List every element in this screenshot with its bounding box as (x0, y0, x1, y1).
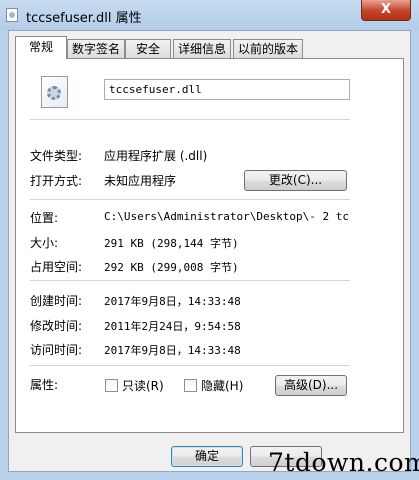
file-type-value: 应用程序扩展 (.dll) (104, 149, 208, 163)
tab-strip: 常规 数字签名 安全 详细信息 以前的版本 (9, 31, 410, 61)
divider (30, 280, 350, 281)
readonly-checkbox-label[interactable]: 只读(R) (122, 377, 164, 394)
dll-gear-file-icon (41, 76, 68, 108)
title-bar[interactable]: tccsefuser.dll 属性 X (0, 0, 419, 30)
created-label: 创建时间: (30, 294, 83, 308)
accessed-value: 2017年9月8日，14:33:48 (104, 344, 241, 357)
size-value: 291 KB (298,144 字节) (104, 237, 239, 250)
file-icon (6, 8, 18, 22)
divider (30, 199, 350, 200)
file-type-label: 文件类型: (30, 149, 83, 163)
created-value: 2017年9月8日，14:33:48 (104, 295, 241, 308)
size-on-disk-label: 占用空间: (30, 260, 83, 274)
hidden-checkbox[interactable] (184, 379, 197, 392)
location-value: C:\Users\Administrator\Desktop\- 2 tccse (104, 210, 350, 223)
ok-button[interactable]: 确定 (171, 446, 243, 467)
divider (30, 119, 350, 120)
close-button[interactable]: X (361, 0, 411, 21)
advanced-button[interactable]: 高级(D)... (275, 375, 347, 396)
tab-previous-versions[interactable]: 以前的版本 (233, 39, 303, 58)
size-on-disk-value: 292 KB (299,008 字节) (104, 261, 239, 274)
opens-with-value: 未知应用程序 (104, 174, 177, 188)
general-tab-panel: tccsefuser.dll 文件类型: 应用程序扩展 (.dll) 打开方式:… (15, 58, 404, 433)
hidden-checkbox-label[interactable]: 隐藏(H) (201, 377, 243, 394)
tab-digital-signatures[interactable]: 数字签名 (67, 39, 125, 58)
watermark-logo: 7tdown.com (268, 448, 419, 477)
dialog-body: 常规 数字签名 安全 详细信息 以前的版本 tccsefuser.dll 文件类… (8, 30, 411, 472)
readonly-checkbox[interactable] (105, 379, 118, 392)
gear-icon (47, 86, 61, 100)
window-title: tccsefuser.dll 属性 (26, 11, 142, 26)
tab-general[interactable]: 常规 (15, 36, 67, 59)
accessed-label: 访问时间: (30, 343, 83, 357)
size-label: 大小: (30, 236, 59, 250)
modified-value: 2011年2月24日，9:54:58 (104, 320, 241, 333)
attributes-label: 属性: (30, 378, 59, 392)
location-label: 位置: (30, 211, 59, 225)
filename-field[interactable]: tccsefuser.dll (104, 79, 350, 100)
tab-details[interactable]: 详细信息 (173, 39, 231, 58)
tab-security[interactable]: 安全 (125, 39, 171, 58)
divider (30, 365, 350, 366)
modified-label: 修改时间: (30, 319, 83, 333)
opens-with-label: 打开方式: (30, 174, 83, 188)
change-button[interactable]: 更改(C)... (244, 170, 347, 191)
